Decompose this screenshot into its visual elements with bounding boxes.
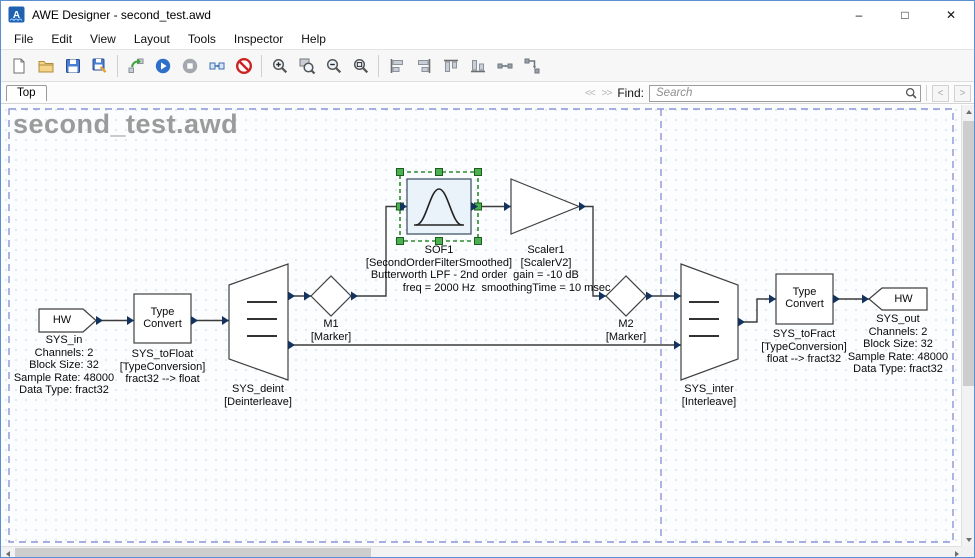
toolbar-separator bbox=[117, 55, 118, 77]
open-design-icon[interactable] bbox=[32, 53, 59, 79]
route-wires-icon[interactable] bbox=[491, 53, 518, 79]
stop-audio-icon[interactable] bbox=[176, 53, 203, 79]
tab-top[interactable]: Top bbox=[6, 85, 47, 101]
caption-line: Data Type: fract32 bbox=[6, 384, 122, 397]
close-button[interactable]: ✕ bbox=[928, 1, 974, 28]
zoom-selection-icon[interactable] bbox=[293, 53, 320, 79]
vertical-scroll-thumb[interactable] bbox=[963, 121, 974, 386]
horizontal-scroll-thumb[interactable] bbox=[15, 548, 371, 558]
menu-bar: File Edit View Layout Tools Inspector He… bbox=[1, 28, 974, 49]
caption-line: M2 bbox=[588, 318, 664, 331]
scroll-left-button[interactable] bbox=[1, 547, 14, 558]
caption-line: SYS_in bbox=[6, 334, 122, 347]
search-input[interactable] bbox=[649, 85, 921, 102]
minimize-button[interactable]: – bbox=[836, 1, 882, 28]
caption-line: [Deinterleave] bbox=[200, 396, 316, 409]
caption-line: [ScalerV2] bbox=[471, 257, 621, 270]
caption-line: gain = -10 dB bbox=[471, 269, 621, 282]
design-canvas[interactable]: second_test.awd bbox=[1, 105, 963, 546]
caption-line: smoothingTime = 10 msec bbox=[471, 282, 621, 295]
search-icon[interactable] bbox=[905, 87, 918, 100]
caption-m1: M1 [Marker] bbox=[293, 318, 369, 343]
block-sys-out[interactable] bbox=[869, 288, 927, 310]
window-title: AWE Designer - second_test.awd bbox=[32, 8, 836, 22]
find-next-button[interactable]: >> bbox=[601, 88, 613, 99]
caption-line: SYS_inter bbox=[651, 383, 767, 396]
caption-line: Data Type: fract32 bbox=[840, 363, 956, 376]
caption-line: M1 bbox=[293, 318, 369, 331]
caption-sys-tofloat: SYS_toFloat [TypeConversion] fract32 -->… bbox=[105, 348, 220, 386]
caption-line: [Interleave] bbox=[651, 396, 767, 409]
signal-flow-diagram bbox=[1, 105, 963, 546]
title-bar: A AWE Designer - second_test.awd – □ ✕ bbox=[1, 1, 974, 28]
align-left-icon[interactable] bbox=[383, 53, 410, 79]
vertical-scrollbar[interactable] bbox=[961, 105, 974, 546]
toolbar bbox=[1, 49, 974, 82]
propagate-changes-icon[interactable] bbox=[122, 53, 149, 79]
zoom-in-icon[interactable] bbox=[266, 53, 293, 79]
connect-target-icon[interactable] bbox=[203, 53, 230, 79]
block-sys-tofract[interactable] bbox=[776, 274, 833, 324]
save-design-icon[interactable] bbox=[59, 53, 86, 79]
maximize-button[interactable]: □ bbox=[882, 1, 928, 28]
horizontal-scrollbar[interactable] bbox=[1, 546, 963, 558]
block-m1[interactable] bbox=[311, 276, 351, 316]
block-sys-inter[interactable] bbox=[681, 264, 738, 380]
caption-sys-inter: SYS_inter [Interleave] bbox=[651, 383, 767, 408]
new-design-icon[interactable] bbox=[5, 53, 32, 79]
block-scaler1[interactable] bbox=[511, 179, 579, 234]
caption-line: [Marker] bbox=[293, 331, 369, 344]
scroll-up-button[interactable] bbox=[962, 105, 975, 118]
menu-inspector[interactable]: Inspector bbox=[225, 30, 292, 48]
auto-route-icon[interactable] bbox=[518, 53, 545, 79]
menu-help[interactable]: Help bbox=[292, 30, 335, 48]
app-window: A AWE Designer - second_test.awd – □ ✕ F… bbox=[0, 0, 975, 558]
find-prev-button[interactable]: << bbox=[584, 88, 596, 99]
align-bottom-icon[interactable] bbox=[464, 53, 491, 79]
scrollbar-corner bbox=[961, 546, 974, 558]
menu-file[interactable]: File bbox=[5, 30, 42, 48]
tab-row: Top << >> Find: < > bbox=[1, 82, 974, 104]
find-bar: << >> Find: < > bbox=[584, 83, 971, 103]
block-sys-deint[interactable] bbox=[229, 264, 288, 380]
menu-view[interactable]: View bbox=[81, 30, 125, 48]
align-top-icon[interactable] bbox=[437, 53, 464, 79]
app-icon: A bbox=[8, 6, 25, 23]
caption-sys-out: SYS_out Channels: 2 Block Size: 32 Sampl… bbox=[840, 313, 956, 376]
caption-line: SYS_out bbox=[840, 313, 956, 326]
caption-line: SYS_toFloat bbox=[105, 348, 220, 361]
zoom-all-icon[interactable] bbox=[347, 53, 374, 79]
nav-back-button[interactable]: < bbox=[932, 85, 949, 102]
block-sys-tofloat[interactable] bbox=[134, 294, 191, 343]
find-bar-separator bbox=[926, 85, 927, 101]
halt-disabled-icon[interactable] bbox=[230, 53, 257, 79]
caption-line: [Marker] bbox=[588, 331, 664, 344]
caption-line: Channels: 2 bbox=[840, 326, 956, 339]
save-design-as-icon[interactable] bbox=[86, 53, 113, 79]
nav-forward-button[interactable]: > bbox=[954, 85, 971, 102]
caption-scaler1: Scaler1 [ScalerV2] gain = -10 dB smoothi… bbox=[471, 244, 621, 294]
menu-edit[interactable]: Edit bbox=[42, 30, 81, 48]
caption-line: [TypeConversion] bbox=[105, 361, 220, 374]
caption-line: SYS_deint bbox=[200, 383, 316, 396]
caption-line: Sample Rate: 48000 bbox=[840, 351, 956, 364]
caption-line: Block Size: 32 bbox=[840, 338, 956, 351]
caption-line: Scaler1 bbox=[471, 244, 621, 257]
scroll-down-button[interactable] bbox=[962, 533, 975, 546]
align-right-icon[interactable] bbox=[410, 53, 437, 79]
caption-m2: M2 [Marker] bbox=[588, 318, 664, 343]
build-and-run-icon[interactable] bbox=[149, 53, 176, 79]
toolbar-separator bbox=[378, 55, 379, 77]
zoom-out-icon[interactable] bbox=[320, 53, 347, 79]
toolbar-separator bbox=[261, 55, 262, 77]
caption-sys-deint: SYS_deint [Deinterleave] bbox=[200, 383, 316, 408]
tab-top-label: Top bbox=[17, 87, 36, 99]
block-sys-in[interactable] bbox=[39, 309, 96, 332]
menu-layout[interactable]: Layout bbox=[125, 30, 179, 48]
menu-tools[interactable]: Tools bbox=[179, 30, 225, 48]
find-label: Find: bbox=[617, 86, 644, 100]
